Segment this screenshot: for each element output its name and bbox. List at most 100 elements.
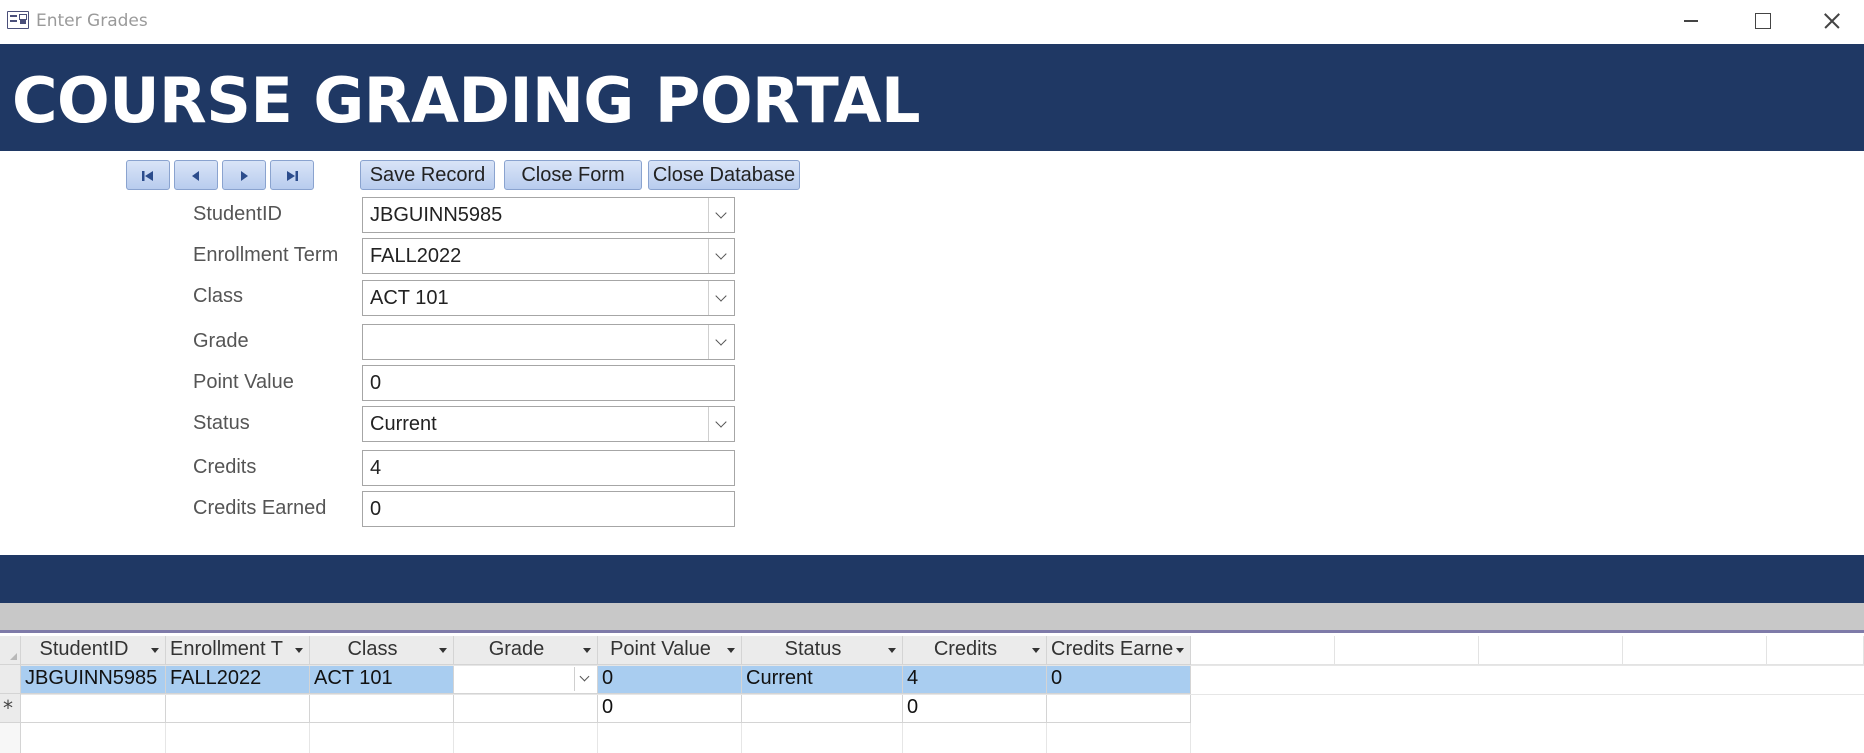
chevron-down-icon[interactable] xyxy=(574,667,596,691)
class-value: ACT 101 xyxy=(370,287,449,309)
sort-filter-icon[interactable] xyxy=(1032,648,1040,653)
sort-filter-icon[interactable] xyxy=(727,648,735,653)
minimize-button[interactable] xyxy=(1660,4,1722,38)
column-header-point-value[interactable]: Point Value xyxy=(598,636,742,665)
sort-filter-icon[interactable] xyxy=(151,648,159,653)
last-record-icon xyxy=(287,171,298,181)
credits-earned-label: Credits Earned xyxy=(193,497,327,519)
last-record-button[interactable] xyxy=(270,160,314,190)
first-record-icon xyxy=(142,171,153,181)
gridline xyxy=(165,723,166,753)
point-value-label: Point Value xyxy=(193,371,294,393)
close-database-button[interactable]: Close Database xyxy=(648,160,800,190)
credits-earned-field[interactable]: 0 xyxy=(362,491,735,527)
previous-record-button[interactable] xyxy=(174,160,218,190)
sort-filter-icon[interactable] xyxy=(295,648,303,653)
sort-filter-icon[interactable] xyxy=(1176,648,1184,653)
chevron-down-icon[interactable] xyxy=(708,198,734,232)
cell-new-class[interactable] xyxy=(310,694,454,723)
column-header-label: Enrollment T xyxy=(170,638,284,660)
page-title: COURSE GRADING PORTAL xyxy=(12,64,920,137)
empty-column xyxy=(1479,636,1623,665)
cell-class[interactable]: ACT 101 xyxy=(310,665,454,694)
column-header-label: Class xyxy=(347,638,398,660)
student-id-label: StudentID xyxy=(193,203,282,225)
gridline xyxy=(597,723,598,753)
form-app-icon xyxy=(7,11,29,29)
cell-studentid[interactable]: JBGUINN5985 xyxy=(21,665,166,694)
close-window-button[interactable] xyxy=(1800,4,1862,38)
chevron-down-icon[interactable] xyxy=(708,407,734,441)
enrollment-term-combo[interactable]: FALL2022 xyxy=(362,238,735,274)
enrollment-term-label: Enrollment Term xyxy=(193,244,339,266)
sort-filter-icon[interactable] xyxy=(583,648,591,653)
column-header-label: Status xyxy=(784,638,842,660)
first-record-button[interactable] xyxy=(126,160,170,190)
split-form-splitter[interactable] xyxy=(0,603,1864,633)
column-header-enrollment-term[interactable]: Enrollment T xyxy=(166,636,310,665)
student-id-combo[interactable]: JBGUINN5985 xyxy=(362,197,735,233)
class-label: Class xyxy=(193,285,244,307)
point-value-field[interactable]: 0 xyxy=(362,365,735,401)
cell-enrollment-term[interactable]: FALL2022 xyxy=(166,665,310,694)
credits-value: 4 xyxy=(370,457,382,479)
column-header-credits[interactable]: Credits xyxy=(903,636,1047,665)
cell-point-value[interactable]: 0 xyxy=(598,665,742,694)
empty-column xyxy=(1623,636,1767,665)
datasheet: * StudentID Enrollment T Class Grade Poi… xyxy=(0,636,1864,753)
column-header-credits-earned[interactable]: Credits Earne xyxy=(1047,636,1191,665)
student-id-value: JBGUINN5985 xyxy=(370,204,503,226)
previous-record-icon xyxy=(192,171,199,181)
class-combo[interactable]: ACT 101 xyxy=(362,280,735,316)
gridline xyxy=(453,723,454,753)
gridline xyxy=(902,723,903,753)
cell-credits[interactable]: 4 xyxy=(903,665,1047,694)
next-record-button[interactable] xyxy=(222,160,266,190)
cell-grade[interactable] xyxy=(454,665,598,694)
status-combo[interactable]: Current xyxy=(362,406,735,442)
grade-combo[interactable] xyxy=(362,324,735,360)
new-record-icon: * xyxy=(3,696,13,720)
sort-filter-icon[interactable] xyxy=(888,648,896,653)
cell-new-credits-earned[interactable] xyxy=(1047,694,1191,723)
status-label: Status xyxy=(193,412,250,434)
credits-field[interactable]: 4 xyxy=(362,450,735,486)
new-record-selector[interactable]: * xyxy=(0,694,21,723)
sort-filter-icon[interactable] xyxy=(439,648,447,653)
cell-new-point-value[interactable]: 0 xyxy=(598,694,742,723)
column-header-label: Credits xyxy=(933,638,998,660)
column-header-class[interactable]: Class xyxy=(310,636,454,665)
empty-column xyxy=(1191,636,1335,665)
gridline xyxy=(741,723,742,753)
column-header-label: Credits Earne xyxy=(1051,638,1174,660)
record-selector[interactable] xyxy=(0,665,21,694)
cell-new-studentid[interactable] xyxy=(21,694,166,723)
cell-status[interactable]: Current xyxy=(742,665,903,694)
column-header-label: Grade xyxy=(488,638,545,660)
chevron-down-icon[interactable] xyxy=(708,325,734,359)
column-header-studentid[interactable]: StudentID xyxy=(21,636,166,665)
empty-column xyxy=(1335,636,1479,665)
window-title: Enter Grades xyxy=(36,11,148,31)
credits-earned-value: 0 xyxy=(370,498,382,520)
column-header-status[interactable]: Status xyxy=(742,636,903,665)
header-banner: COURSE GRADING PORTAL xyxy=(0,44,1864,151)
chevron-down-icon[interactable] xyxy=(708,281,734,315)
grade-label: Grade xyxy=(193,330,249,352)
gridline xyxy=(21,694,1864,695)
footer-band xyxy=(0,555,1864,603)
gridline xyxy=(21,665,1864,666)
cell-new-grade[interactable] xyxy=(454,694,598,723)
gridline xyxy=(309,723,310,753)
cell-credits-earned[interactable]: 0 xyxy=(1047,665,1191,694)
maximize-button[interactable] xyxy=(1730,4,1792,38)
cell-new-enrollment-term[interactable] xyxy=(166,694,310,723)
column-header-grade[interactable]: Grade xyxy=(454,636,598,665)
select-all-corner[interactable] xyxy=(0,636,21,665)
chevron-down-icon[interactable] xyxy=(708,239,734,273)
window-title-bar: Enter Grades xyxy=(0,0,1864,44)
close-form-button[interactable]: Close Form xyxy=(504,160,642,190)
cell-new-credits[interactable]: 0 xyxy=(903,694,1047,723)
save-record-button[interactable]: Save Record xyxy=(360,160,495,190)
cell-new-status[interactable] xyxy=(742,694,903,723)
